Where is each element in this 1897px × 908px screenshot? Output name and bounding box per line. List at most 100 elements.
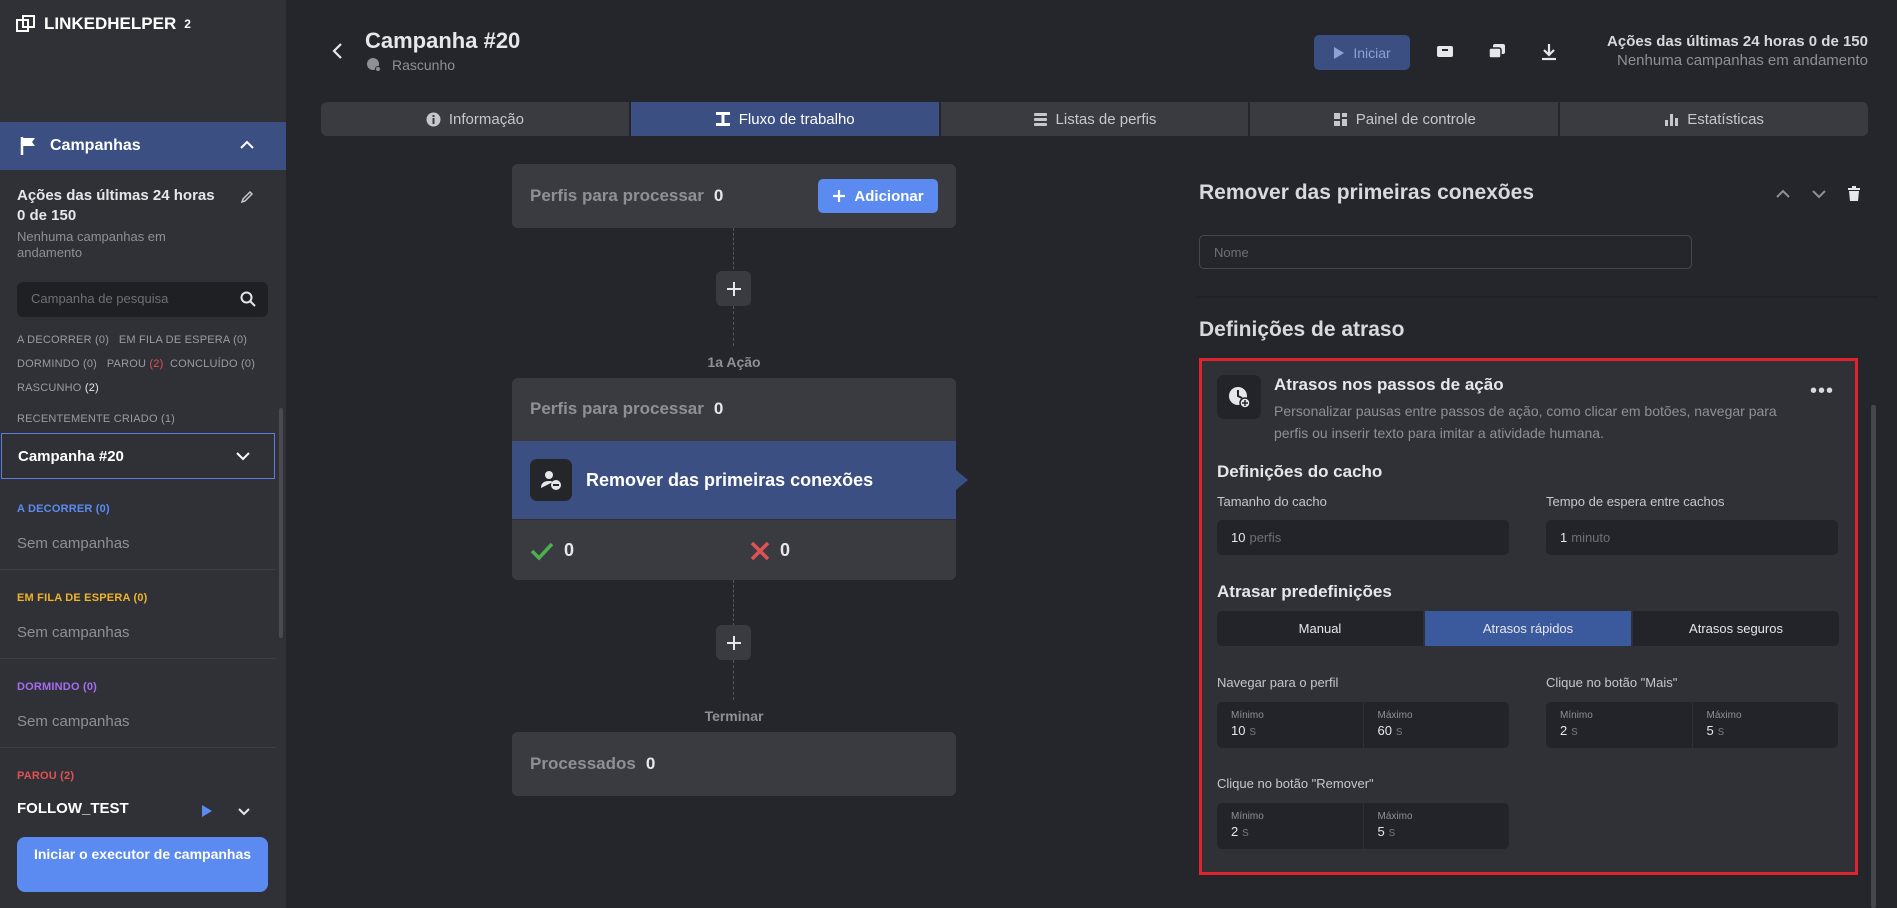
action-delays-title: Atrasos nos passos de ação	[1274, 375, 1504, 394]
trash-icon[interactable]	[1847, 186, 1861, 202]
more-options-icon[interactable]: •••	[1810, 380, 1834, 403]
processed-count: 0	[645, 754, 656, 773]
filter-queued[interactable]: EM FILA DE ESPERA (0)	[119, 334, 247, 346]
tab-dashboard[interactable]: Painel de controle	[1250, 102, 1559, 136]
batch-size-input[interactable]: 10 perfis	[1217, 520, 1509, 555]
group-running-label: A DECORRER (0)	[17, 503, 110, 515]
remove-connection-icon	[530, 459, 572, 501]
connector-line	[733, 660, 734, 700]
success-count: 0	[530, 540, 574, 561]
step-to-process-count: 0	[713, 399, 724, 418]
tab-workflow[interactable]: Fluxo de trabalho	[630, 102, 939, 136]
end-label: Terminar	[704, 708, 764, 724]
end-node-card: Processados 0	[512, 732, 956, 796]
move-down-icon[interactable]	[1811, 186, 1827, 202]
delay-navigate-range: Mínimo 10 s Máximo 60 s	[1217, 702, 1509, 748]
preset-safe[interactable]: Atrasos seguros	[1633, 611, 1839, 646]
action-step-row[interactable]: Remover das primeiras conexões	[512, 441, 956, 519]
recent-label: RECENTEMENTE CRIADO (1)	[17, 413, 175, 425]
search-icon[interactable]	[240, 291, 256, 307]
play-icon	[1334, 46, 1345, 59]
cross-icon	[750, 541, 770, 560]
list-icon	[1033, 112, 1047, 126]
brand-logo: LINKEDHELPER 2	[16, 14, 191, 34]
brand-sup: 2	[184, 17, 191, 31]
min-field[interactable]: Mínimo 2 s	[1217, 803, 1364, 849]
max-field[interactable]: Máximo 5 s	[1693, 702, 1839, 748]
tab-information[interactable]: Informação	[321, 102, 629, 136]
add-step-button[interactable]	[716, 625, 751, 660]
group-queued-label: EM FILA DE ESPERA (0)	[17, 592, 148, 604]
stats-icon	[1665, 113, 1679, 126]
filter-draft[interactable]: RASCUNHO (2)	[17, 382, 99, 394]
add-profiles-button[interactable]: Adicionar	[818, 179, 938, 213]
processed-row: Processados 0	[530, 754, 656, 773]
divider	[0, 747, 276, 748]
header-stats-line1: Ações das últimas 24 horas 0 de 150	[1607, 33, 1868, 50]
add-step-button[interactable]	[716, 271, 751, 306]
selected-campaign-item[interactable]: Campanha #20	[1, 433, 275, 479]
divider	[512, 519, 956, 520]
tab-statistics[interactable]: Estatísticas	[1560, 102, 1868, 136]
group-sleeping-empty: Sem campanhas	[17, 713, 130, 730]
delay-remove-range: Mínimo 2 s Máximo 5 s	[1217, 803, 1509, 849]
archive-icon[interactable]	[1436, 43, 1454, 59]
filter-stopped[interactable]: PAROU (2)	[107, 358, 164, 370]
delay-label-more: Clique no botão "Mais"	[1546, 675, 1678, 690]
preset-manual[interactable]: Manual	[1217, 611, 1423, 646]
campaign-status: Rascunho	[392, 57, 456, 73]
dashboard-icon	[1333, 112, 1347, 126]
step-name-input[interactable]: Nome	[1199, 235, 1692, 269]
max-field[interactable]: Máximo 60 s	[1364, 702, 1510, 748]
batch-wait-input[interactable]: 1 minuto	[1546, 520, 1838, 555]
filter-done[interactable]: CONCLUÍDO (0)	[170, 358, 255, 370]
min-field[interactable]: Mínimo 2 s	[1546, 702, 1693, 748]
campaign-follow-test[interactable]: FOLLOW_TEST	[17, 800, 129, 817]
edit-icon[interactable]	[240, 190, 254, 204]
filter-sleeping[interactable]: DORMINDO (0)	[17, 358, 97, 370]
start-runner-button[interactable]: Iniciar o executor de campanhas	[17, 837, 268, 892]
batch-settings-title: Definições do cacho	[1217, 462, 1383, 481]
sidebar-stats-sub: Nenhuma campanhas em andamento	[17, 229, 166, 260]
group-queued-empty: Sem campanhas	[17, 624, 130, 641]
min-field[interactable]: Mínimo 10 s	[1217, 702, 1364, 748]
group-sleeping-label: DORMINDO (0)	[17, 681, 98, 693]
divider	[1196, 296, 1878, 298]
chevron-down-icon[interactable]	[236, 803, 252, 819]
batch-size-label: Tamanho do cacho	[1217, 494, 1327, 509]
group-stopped-label: PAROU (2)	[17, 770, 75, 782]
chevron-down-icon[interactable]	[234, 447, 252, 465]
move-up-icon[interactable]	[1775, 186, 1791, 202]
back-arrow-icon[interactable]	[330, 42, 346, 60]
header-stats-line2: Nenhuma campanhas em andamento	[1617, 52, 1868, 69]
tab-profile-lists[interactable]: Listas de perfis	[940, 102, 1249, 136]
connector-line	[733, 228, 734, 274]
chevron-up-icon[interactable]	[238, 136, 256, 154]
download-icon[interactable]	[1541, 43, 1557, 61]
workflow-icon	[715, 112, 730, 126]
start-campaign-button[interactable]: Iniciar	[1314, 35, 1410, 70]
play-icon[interactable]	[201, 804, 213, 818]
step-to-process-row: Perfis para processar 0	[530, 399, 724, 418]
max-field[interactable]: Máximo 5 s	[1364, 803, 1510, 849]
campaigns-section-header[interactable]: Campanhas	[0, 122, 286, 170]
selected-campaign-name: Campanha #20	[18, 447, 124, 465]
sidebar: LINKEDHELPER 2 Campanhas Ações das última…	[0, 0, 286, 908]
filter-running[interactable]: A DECORRER (0)	[17, 334, 109, 346]
delay-label-navigate: Navegar para o perfil	[1217, 675, 1339, 690]
start-label: Iniciar	[1353, 44, 1391, 61]
delay-label-remove: Clique no botão "Remover"	[1217, 776, 1374, 791]
preset-fast[interactable]: Atrasos rápidos	[1425, 611, 1631, 646]
duplicate-icon[interactable]	[1488, 43, 1506, 59]
sidebar-scrollbar[interactable]	[279, 408, 283, 638]
sidebar-stats-title: Ações das últimas 24 horas 0 de 150	[17, 187, 215, 224]
delay-preset-selector: Manual Atrasos rápidos Atrasos seguros	[1217, 611, 1839, 646]
plus-icon	[833, 190, 846, 202]
clock-delay-icon	[1217, 375, 1261, 419]
to-process-count: 0	[713, 186, 724, 205]
group-running-empty: Sem campanhas	[17, 535, 130, 552]
panel-scrollbar[interactable]	[1871, 405, 1876, 908]
page-title: Campanha #20	[365, 28, 521, 53]
connector-line	[733, 306, 734, 346]
campaign-search-input[interactable]: Campanha de pesquisa	[17, 282, 268, 317]
